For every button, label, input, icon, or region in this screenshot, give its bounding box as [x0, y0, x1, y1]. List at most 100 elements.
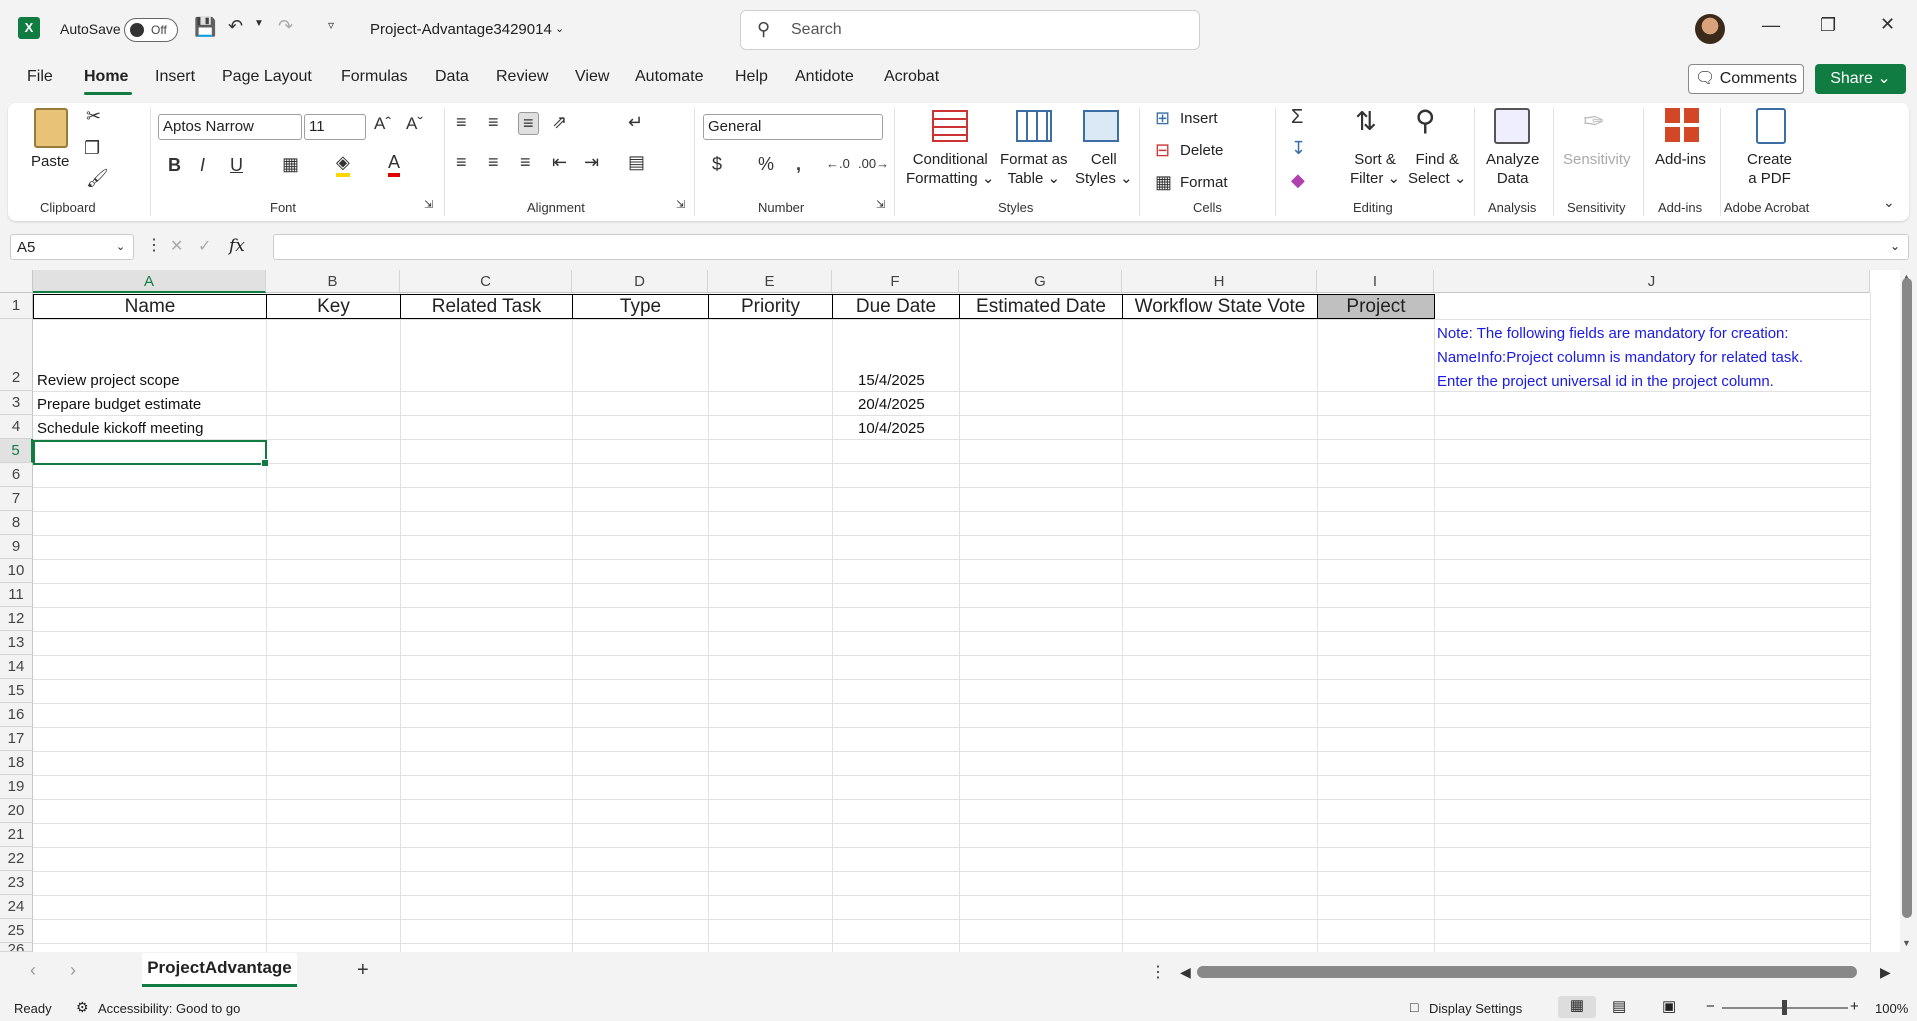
middle-align-icon[interactable]: ≡ [488, 112, 499, 133]
column-header-c[interactable]: C [400, 270, 572, 293]
clear-icon[interactable]: ◆ [1291, 170, 1305, 191]
copy-icon[interactable]: ❐ [84, 138, 100, 159]
undo-icon[interactable]: ↶ [228, 16, 243, 37]
scroll-right-icon[interactable]: ▶ [1880, 964, 1891, 981]
cell-name[interactable]: Review project scope [37, 372, 180, 389]
row-header[interactable]: 13 [0, 631, 33, 655]
insert-function-icon[interactable]: fx [229, 236, 245, 256]
save-icon[interactable]: 💾 [194, 17, 216, 38]
header-cell-due-date[interactable]: Due Date [832, 294, 960, 319]
tab-review[interactable]: Review [496, 68, 548, 86]
conditional-formatting-button[interactable]: Conditional Formatting ⌄ [906, 150, 994, 188]
row-header[interactable]: 24 [0, 895, 33, 919]
column-header-j[interactable]: J [1434, 270, 1870, 293]
decrease-decimal-icon[interactable]: .00→ [858, 156, 889, 171]
autosave-toggle[interactable]: Off [124, 18, 178, 42]
previous-sheet-icon[interactable]: ‹ [30, 960, 36, 981]
align-center-icon[interactable]: ≡ [488, 152, 499, 173]
tab-help[interactable]: Help [735, 68, 768, 86]
cell-styles-icon[interactable] [1083, 110, 1119, 142]
row-header[interactable]: 11 [0, 583, 33, 607]
format-as-table-button[interactable]: Format as Table ⌄ [1000, 150, 1068, 188]
autosum-icon[interactable]: Σ [1291, 106, 1303, 129]
row-header[interactable]: 2 [0, 319, 33, 391]
cell-name[interactable]: Prepare budget estimate [37, 396, 201, 413]
create-pdf-button[interactable]: Create a PDF [1747, 150, 1792, 188]
name-box-dropdown-icon[interactable]: ⌄ [116, 240, 125, 253]
font-name-select[interactable]: Aptos Narrow [158, 114, 302, 140]
paste-icon[interactable] [34, 108, 68, 148]
add-ins-button[interactable]: Add-ins [1655, 150, 1706, 169]
select-all-corner[interactable] [0, 270, 33, 293]
sort-filter-icon[interactable]: ⇅ [1355, 106, 1377, 137]
font-color-icon[interactable]: A [388, 152, 401, 177]
expand-formula-bar-icon[interactable]: ⌄ [1890, 239, 1900, 253]
alignment-dialog-launcher-icon[interactable]: ⇲ [676, 198, 685, 211]
column-header-a[interactable]: A [33, 270, 266, 293]
decrease-indent-icon[interactable]: ⇤ [552, 152, 567, 173]
row-header[interactable]: 22 [0, 847, 33, 871]
row-header[interactable]: 21 [0, 823, 33, 847]
file-name[interactable]: Project-Advantage3429014 [370, 21, 552, 38]
row-header[interactable]: 15 [0, 679, 33, 703]
header-cell-key[interactable]: Key [266, 294, 401, 319]
cell-styles-button[interactable]: Cell Styles ⌄ [1075, 150, 1133, 188]
row-header[interactable]: 4 [0, 415, 33, 439]
mandatory-fields-note[interactable]: Note: The following fields are mandatory… [1437, 322, 1803, 394]
page-layout-view-icon[interactable]: ▤ [1612, 997, 1626, 1015]
horizontal-scrollbar-thumb[interactable] [1197, 966, 1857, 978]
cell-due-date[interactable]: 20/4/2025 [858, 396, 925, 413]
file-name-chevron-icon[interactable]: ⌄ [555, 22, 564, 35]
fill-icon[interactable]: ↧ [1291, 138, 1306, 159]
row-header[interactable]: 10 [0, 559, 33, 583]
formula-input[interactable] [273, 234, 1909, 260]
scroll-down-icon[interactable]: ▼ [1902, 938, 1911, 948]
orientation-icon[interactable]: ⇗ [552, 112, 567, 133]
add-sheet-icon[interactable]: + [357, 959, 369, 982]
header-cell-name[interactable]: Name [33, 294, 267, 319]
display-settings-button[interactable]: Display Settings [1429, 1001, 1522, 1016]
underline-icon[interactable]: U [230, 155, 243, 176]
cut-icon[interactable]: ✂ [86, 106, 101, 127]
comments-button[interactable]: 🗨 Comments [1688, 64, 1804, 94]
find-select-icon[interactable]: ⚲ [1415, 104, 1436, 137]
font-size-select[interactable]: 11 [304, 114, 366, 140]
zoom-out-icon[interactable]: − [1706, 998, 1715, 1015]
borders-icon[interactable]: ▦ [282, 154, 299, 175]
currency-icon[interactable]: $ [712, 154, 722, 175]
column-header-h[interactable]: H [1122, 270, 1317, 293]
delete-cells-icon[interactable]: ⊟ [1155, 140, 1170, 161]
tab-insert[interactable]: Insert [155, 68, 195, 86]
align-right-icon[interactable]: ≡ [520, 152, 531, 173]
undo-dropdown-icon[interactable]: ▼ [254, 18, 264, 29]
merge-center-icon[interactable]: ▤ [628, 152, 645, 173]
column-header-g[interactable]: G [959, 270, 1122, 293]
header-cell-workflow-state-vote[interactable]: Workflow State Vote [1122, 294, 1318, 319]
cell-due-date[interactable]: 15/4/2025 [858, 372, 925, 389]
selected-cell-a5[interactable] [33, 440, 269, 467]
number-format-select[interactable]: General [703, 114, 883, 140]
row-header[interactable]: 18 [0, 751, 33, 775]
font-dialog-launcher-icon[interactable]: ⇲ [424, 198, 433, 211]
sheet-options-icon[interactable]: ⋮ [1150, 962, 1166, 982]
format-painter-icon[interactable]: 🖌 [86, 168, 109, 189]
row-header[interactable]: 1 [0, 293, 33, 319]
column-header-f[interactable]: F [832, 270, 959, 293]
column-header-d[interactable]: D [572, 270, 708, 293]
column-header-b[interactable]: B [266, 270, 400, 293]
restore-icon[interactable]: ❐ [1820, 15, 1836, 36]
vertical-scrollbar-thumb[interactable] [1902, 278, 1912, 918]
tab-automate[interactable]: Automate [635, 68, 703, 86]
row-header[interactable]: 25 [0, 919, 33, 943]
row-header[interactable]: 3 [0, 391, 33, 415]
row-header[interactable]: 7 [0, 487, 33, 511]
delete-cells-button[interactable]: Delete [1180, 142, 1223, 159]
analyze-data-icon[interactable] [1494, 108, 1530, 144]
row-header[interactable]: 23 [0, 871, 33, 895]
minimize-icon[interactable]: — [1762, 15, 1780, 36]
close-icon[interactable]: ✕ [1880, 14, 1895, 35]
header-cell-project[interactable]: Project [1317, 294, 1435, 319]
header-cell-related-task[interactable]: Related Task [400, 294, 573, 319]
confirm-entry-icon[interactable]: ✓ [198, 236, 211, 256]
format-as-table-icon[interactable] [1016, 110, 1052, 142]
